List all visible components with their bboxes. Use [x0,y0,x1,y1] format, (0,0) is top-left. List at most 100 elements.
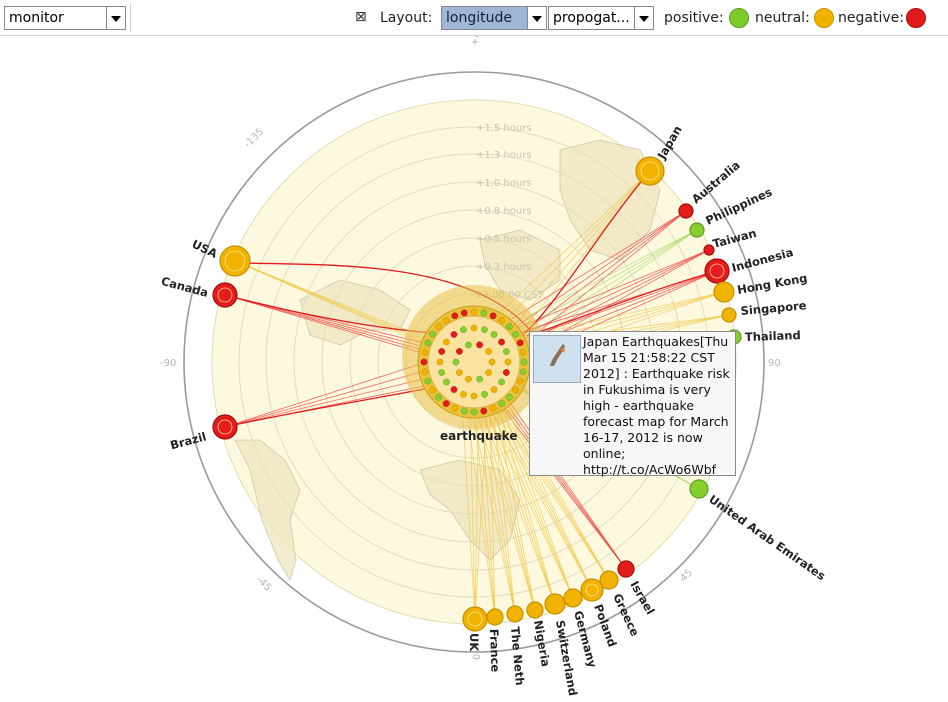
country-node[interactable] [721,307,737,323]
country-node[interactable] [219,245,251,277]
tweet-dot[interactable] [443,338,450,346]
tweet-dot[interactable] [465,375,472,383]
tweet-dot[interactable] [424,339,432,347]
tweet-dot[interactable] [498,317,506,324]
tweet-dot[interactable] [490,331,498,338]
tweet-dot[interactable] [488,358,496,366]
tweet-dot[interactable] [460,309,468,317]
tweet-dot[interactable] [516,339,524,347]
tweet-dot[interactable] [470,408,478,416]
tweet-dot[interactable] [435,323,442,330]
tweet-dot[interactable] [460,390,467,398]
mode-select[interactable]: propogat... [548,6,654,30]
tweet-dot[interactable] [516,377,524,385]
tweet-dot[interactable] [470,324,478,332]
tweet-dot[interactable] [481,390,488,398]
tweet-dot[interactable] [489,404,497,412]
country-node[interactable] [635,156,665,186]
tweet-dot[interactable] [442,317,450,324]
tweet-dot[interactable] [480,309,488,317]
layout-select[interactable]: longitude [441,6,547,30]
tweet-dot[interactable] [438,369,446,376]
country-node[interactable] [678,203,694,219]
tweet-dot[interactable] [485,369,492,376]
tweet-dot[interactable] [512,330,519,338]
country-node[interactable] [486,608,504,626]
tweet-dot[interactable] [498,400,506,407]
radial-visualization[interactable]: +1.5 hours +1.3 hours +1.0 hours +0.8 hours… [0,12,948,698]
tweet-dot[interactable] [456,369,463,376]
time-ring-label: +0.3 hours [476,262,532,273]
legend-negative-label: negative: [838,10,904,26]
country-node[interactable] [212,414,238,440]
country-label: France [487,629,503,673]
tweet-dot[interactable] [485,348,492,355]
tweet-dot[interactable] [481,326,488,334]
view-select[interactable]: monitor [4,6,126,30]
angle-tick-label: 45 [678,567,695,584]
country-node[interactable] [689,479,709,499]
topic-label: earthquake [440,429,517,443]
tweet-dot[interactable] [436,358,444,366]
tweet-dot[interactable] [460,407,468,415]
tweet-dot[interactable] [452,358,460,366]
country-node[interactable] [617,560,635,578]
chevron-down-icon[interactable] [527,7,546,29]
tweet-dot[interactable] [424,377,432,385]
country-node[interactable] [703,244,715,256]
tweet-dot[interactable] [460,326,467,334]
tweet-dot[interactable] [429,330,436,338]
country-node[interactable] [506,605,524,623]
close-icon[interactable]: ⊠ [355,9,367,25]
tweet-dot[interactable] [504,358,512,366]
tweet-dot[interactable] [512,386,519,394]
tweet-dot[interactable] [476,375,483,383]
country-node[interactable] [689,222,705,238]
tweet-dot[interactable] [520,358,528,366]
tweet-dot[interactable] [519,348,527,356]
chevron-down-icon[interactable] [634,7,653,29]
tweet-dot[interactable] [451,312,459,320]
tweet-dot[interactable] [506,394,513,401]
tweet-dot[interactable] [443,378,450,386]
angle-tick-label: -90 [160,358,176,369]
legend-neutral-label: neutral: [755,10,810,26]
tweet-dot[interactable] [506,323,513,330]
country-node[interactable] [713,281,735,303]
tweet-dot[interactable] [519,368,527,376]
chevron-down-icon[interactable] [106,7,125,29]
time-ring-label: +1.3 hours [476,150,532,161]
tweet-dot[interactable] [465,341,472,349]
tweet-dot[interactable] [498,378,505,386]
tweet-dot[interactable] [456,348,463,355]
tweet-dot[interactable] [490,386,498,393]
tweet-dot[interactable] [450,331,458,338]
tweet-dot[interactable] [489,312,497,320]
tweet-dot[interactable] [498,338,505,346]
tooltip-text: Japan Earthquakes[Thu Mar 15 21:58:22 CS… [583,334,730,477]
tweet-dot[interactable] [429,386,436,394]
tweet-dot[interactable] [420,358,428,366]
country-node[interactable] [563,588,583,608]
tweet-dot[interactable] [480,407,488,415]
tweet-dot[interactable] [442,400,450,407]
tweet-dot[interactable] [421,368,429,376]
tweet-dot[interactable] [438,348,446,355]
tweet-dot[interactable] [451,404,459,412]
tweet-dot[interactable] [470,392,478,400]
tweet-dot[interactable] [476,341,483,349]
country-node[interactable] [526,601,544,619]
mode-select-value: propogat... [553,10,630,26]
tweet-dot[interactable] [450,386,458,393]
tweet-dot[interactable] [421,348,429,356]
country-node[interactable] [704,258,730,284]
tweet-dot[interactable] [470,308,478,316]
country-node[interactable] [462,606,488,632]
tweet-dot[interactable] [435,394,442,401]
tweet-dot[interactable] [502,348,510,355]
country-node[interactable] [212,282,238,308]
country-node[interactable] [544,593,566,615]
tweet-dot[interactable] [502,369,510,376]
country-node[interactable] [580,578,604,602]
radial-plot-canvas[interactable]: +1.5 hours +1.3 hours +1.0 hours +0.8 hours… [0,12,948,698]
